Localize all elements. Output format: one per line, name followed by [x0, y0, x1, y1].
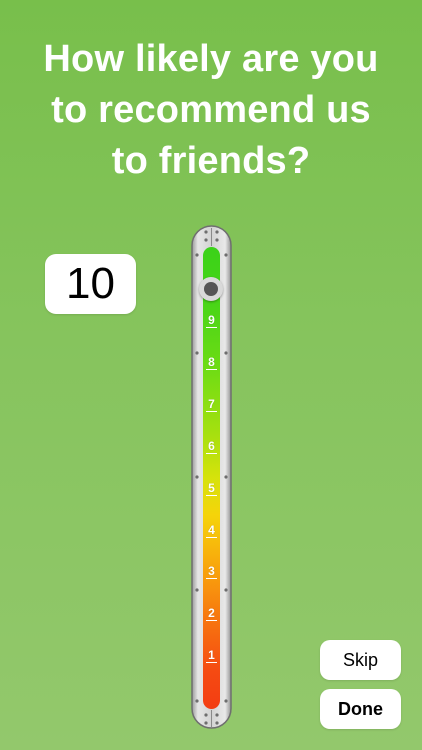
tick-label-5: 5 [206, 482, 217, 496]
slider-knob-center [204, 282, 218, 296]
tick-label-2: 2 [206, 607, 217, 621]
question-line-1: How likely are you [43, 38, 379, 80]
tick-label-4: 4 [206, 524, 217, 538]
tick-label-8: 8 [206, 356, 217, 370]
slider-knob-icon[interactable] [199, 277, 223, 301]
rating-value-text: 10 [66, 259, 115, 308]
skip-button[interactable]: Skip [320, 640, 401, 680]
rating-value-display: 10 [45, 254, 136, 314]
rating-slider[interactable]: 9 8 7 6 5 4 3 2 1 [191, 225, 232, 729]
tick-label-7: 7 [206, 398, 217, 412]
question-line-3: to friends? [111, 140, 311, 182]
tick-label-1: 1 [206, 649, 217, 663]
question-heading: How likely are you to recommend us to fr… [0, 34, 422, 187]
tick-label-9: 9 [206, 314, 217, 328]
question-line-2: to recommend us [51, 89, 371, 131]
tick-label-6: 6 [206, 440, 217, 454]
tick-label-3: 3 [206, 565, 217, 579]
done-button[interactable]: Done [320, 689, 401, 729]
